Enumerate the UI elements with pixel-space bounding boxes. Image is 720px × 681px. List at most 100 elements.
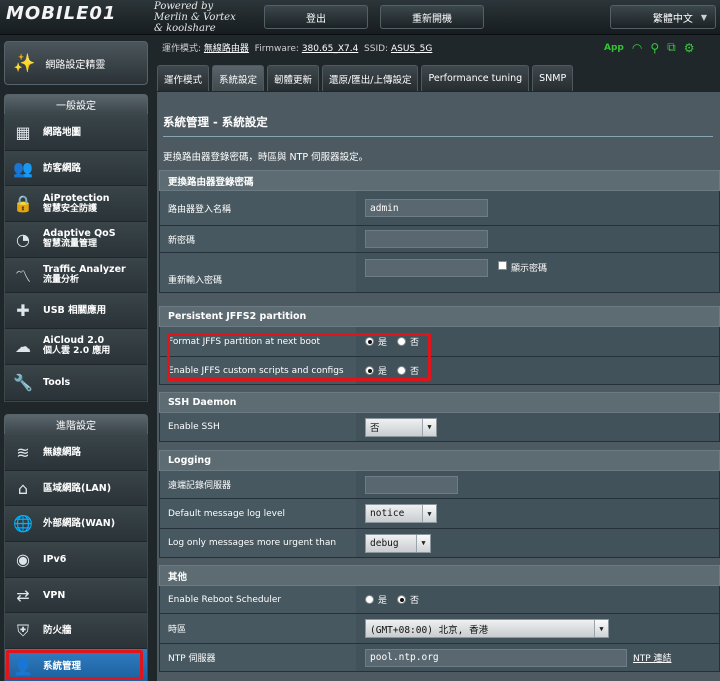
jffs-scripts-no-radio[interactable] bbox=[397, 366, 407, 375]
jffs-format-yes-radio[interactable] bbox=[365, 337, 374, 346]
sidebar-item-administration[interactable]: 👤 系統管理 bbox=[5, 649, 147, 681]
adaptive-qos-icon: ◔ bbox=[16, 229, 30, 249]
username-input[interactable]: admin bbox=[365, 199, 488, 217]
sidebar-item-label: 區域網路(LAN) bbox=[43, 482, 112, 494]
confirm-password-label: 重新輸入密碼 bbox=[160, 253, 356, 292]
sidebar-item-label: VPN bbox=[43, 589, 66, 601]
wifi-status-icon[interactable]: ◠ bbox=[632, 41, 642, 55]
urgent-log-row: Log only messages more urgent than debug… bbox=[159, 529, 720, 558]
network-status-icon[interactable]: ⧉ bbox=[667, 40, 676, 55]
app-link[interactable]: App bbox=[604, 43, 624, 53]
sidebar-item-label: AiCloud 2.0 bbox=[43, 335, 105, 347]
setup-wizard-label: 網路設定精靈 bbox=[45, 59, 106, 71]
logout-button[interactable]: 登出 bbox=[264, 5, 368, 29]
tab-system[interactable]: 系統設定 bbox=[212, 65, 265, 91]
reboot-scheduler-yes-radio[interactable] bbox=[365, 595, 374, 604]
jffs-scripts-row: Enable JFFS custom scripts and configs 是… bbox=[159, 357, 720, 385]
guest-network-icon: 👥 bbox=[13, 158, 33, 178]
sidebar-item-traffic-analyzer[interactable]: 〽 Traffic Analyzer 流量分析 bbox=[5, 257, 147, 294]
show-password-label: 顯示密碼 bbox=[511, 264, 548, 274]
sidebar-item-sublabel: 智慧流量管理 bbox=[43, 239, 98, 250]
sidebar-item-ipv6[interactable]: ◉ IPv6 bbox=[5, 542, 147, 578]
sidebar-item-guest-network[interactable]: 👥 訪客網路 bbox=[5, 150, 147, 187]
advanced-menu: ≋ 無線網路 ⌂ 區域網路(LAN) 🌐 外部網路(WAN) ◉ IPv6 ⇄ … bbox=[4, 434, 148, 681]
sidebar-item-firewall[interactable]: ⛨ 防火牆 bbox=[5, 613, 147, 650]
sidebar-item-aicloud[interactable]: ☁ AiCloud 2.0 個人雲 2.0 應用 bbox=[5, 329, 147, 365]
sidebar-item-label: 訪客網路 bbox=[43, 162, 82, 174]
logging-table: Logging 遠端記錄伺服器 Default message log leve… bbox=[159, 450, 720, 558]
tools-icon: 🔧 bbox=[13, 372, 33, 392]
default-log-level-select[interactable]: notice ▼ bbox=[365, 504, 437, 523]
jffs-scripts-yes-radio[interactable] bbox=[365, 366, 374, 375]
password-table: 更換路由器登錄密碼 路由器登入名稱 admin 新密碼 重新輸入密碼 顯示密碼 bbox=[159, 170, 720, 293]
tab-operation-mode[interactable]: 運作模式 bbox=[157, 65, 210, 91]
sidebar-item-usb[interactable]: ✚ USB 相關應用 bbox=[5, 293, 147, 330]
settings-panel: 系統管理 - 系統設定 更換路由器登錄密碼，時區與 NTP 伺服器設定。 更換路… bbox=[157, 92, 720, 681]
sidebar-item-label: 網路地圖 bbox=[43, 126, 82, 138]
lan-icon: ⌂ bbox=[17, 478, 29, 498]
sidebar-item-tools[interactable]: 🔧 Tools bbox=[5, 364, 147, 401]
sidebar-item-adaptive-qos[interactable]: ◔ Adaptive QoS 智慧流量管理 bbox=[5, 222, 147, 258]
default-log-level-label: Default message log level bbox=[160, 499, 356, 528]
jffs-format-no-radio[interactable] bbox=[397, 337, 407, 346]
remote-log-row: 遠端記錄伺服器 bbox=[159, 471, 720, 499]
sidebar-item-aiprotection[interactable]: 🔒 AiProtection 智慧安全防護 bbox=[5, 186, 147, 223]
reboot-button[interactable]: 重新開機 bbox=[380, 5, 484, 29]
mobile01-logo: MOBILE01 bbox=[6, 3, 117, 24]
sidebar-item-lan[interactable]: ⌂ 區域網路(LAN) bbox=[5, 470, 147, 507]
new-password-input[interactable] bbox=[365, 230, 488, 248]
usb-status-icon[interactable]: ⚲ bbox=[650, 41, 659, 55]
ssh-section-header: SSH Daemon bbox=[159, 392, 720, 413]
jffs-format-row: Format JFFS partition at next boot 是 否 bbox=[159, 327, 720, 357]
tab-firmware-upgrade[interactable]: 韌體更新 bbox=[267, 65, 320, 91]
enable-ssh-select[interactable]: 否 ▼ bbox=[365, 417, 437, 437]
ntp-server-input[interactable]: pool.ntp.org bbox=[365, 648, 627, 667]
traffic-analyzer-icon: 〽 bbox=[14, 267, 31, 287]
username-label: 路由器登入名稱 bbox=[160, 191, 356, 225]
ssid-link[interactable]: ASUS_5G bbox=[391, 44, 432, 54]
timezone-select[interactable]: (GMT+08:00) 北京, 香港 ▼ bbox=[365, 619, 609, 638]
ipv6-icon: ◉ bbox=[16, 549, 30, 569]
username-row: 路由器登入名稱 admin bbox=[159, 191, 720, 226]
urgent-log-level-select[interactable]: debug ▼ bbox=[365, 533, 431, 553]
logging-section-header: Logging bbox=[159, 450, 720, 471]
sidebar-item-label: 外部網路(WAN) bbox=[43, 518, 116, 530]
tab-restore-save-upload[interactable]: 還原/匯出/上傳設定 bbox=[322, 65, 419, 91]
usb-icon: ✚ bbox=[16, 301, 30, 321]
firmware-link[interactable]: 380.65_X7.4 bbox=[302, 44, 358, 54]
sidebar-item-label: IPv6 bbox=[43, 553, 67, 565]
ntp-link[interactable]: NTP 連結 bbox=[633, 651, 672, 664]
wan-globe-icon: 🌐 bbox=[13, 514, 33, 534]
remote-log-server-input[interactable] bbox=[365, 475, 458, 494]
setup-wizard-button[interactable]: ✨ 網路設定精靈 bbox=[4, 41, 148, 85]
operation-mode-link[interactable]: 無線路由器 bbox=[204, 44, 249, 54]
sidebar: ✨ 網路設定精靈 一般設定 ▦ 網路地圖 👥 訪客網路 🔒 AiProtecti… bbox=[0, 36, 152, 681]
jffs-table: Persistent JFFS2 partition Format JFFS p… bbox=[159, 306, 720, 385]
settings-status-icon[interactable]: ⚙ bbox=[684, 41, 695, 55]
confirm-password-input[interactable] bbox=[365, 259, 488, 277]
tab-snmp[interactable]: SNMP bbox=[532, 65, 574, 91]
administration-user-icon: 👤 bbox=[13, 656, 33, 676]
ssh-table: SSH Daemon Enable SSH 否 ▼ bbox=[159, 392, 720, 442]
sidebar-item-network-map[interactable]: ▦ 網路地圖 bbox=[5, 115, 147, 151]
reboot-scheduler-no-radio[interactable] bbox=[397, 595, 407, 604]
general-section-title: 一般設定 bbox=[4, 94, 148, 114]
show-password-checkbox[interactable] bbox=[498, 261, 507, 270]
sidebar-item-sublabel: 個人雲 2.0 應用 bbox=[43, 346, 111, 357]
sidebar-item-wan[interactable]: 🌐 外部網路(WAN) bbox=[5, 506, 147, 543]
tab-performance-tuning[interactable]: Performance tuning bbox=[421, 65, 530, 91]
language-selector[interactable]: 繁體中文 ▼ bbox=[610, 5, 716, 29]
powered-by-text: Powered by Merlin & Vortex & koolshare bbox=[154, 1, 236, 34]
chevron-down-icon: ▼ bbox=[422, 418, 436, 436]
sidebar-item-label: AiProtection bbox=[43, 192, 110, 204]
sidebar-item-vpn[interactable]: ⇄ VPN bbox=[5, 577, 147, 614]
password-section-header: 更換路由器登錄密碼 bbox=[159, 170, 720, 191]
misc-section-header: 其他 bbox=[159, 565, 720, 586]
jffs-scripts-label: Enable JFFS custom scripts and configs bbox=[160, 357, 356, 384]
jffs-format-label: Format JFFS partition at next boot bbox=[160, 327, 356, 356]
sidebar-item-label: 系統管理 bbox=[43, 660, 82, 672]
router-admin-page: MOBILE01 Powered by Merlin & Vortex & ko… bbox=[0, 0, 720, 681]
confirm-password-row: 重新輸入密碼 顯示密碼 bbox=[159, 253, 720, 293]
sidebar-item-wireless[interactable]: ≋ 無線網路 bbox=[5, 435, 147, 471]
urgent-log-label: Log only messages more urgent than bbox=[160, 529, 356, 557]
